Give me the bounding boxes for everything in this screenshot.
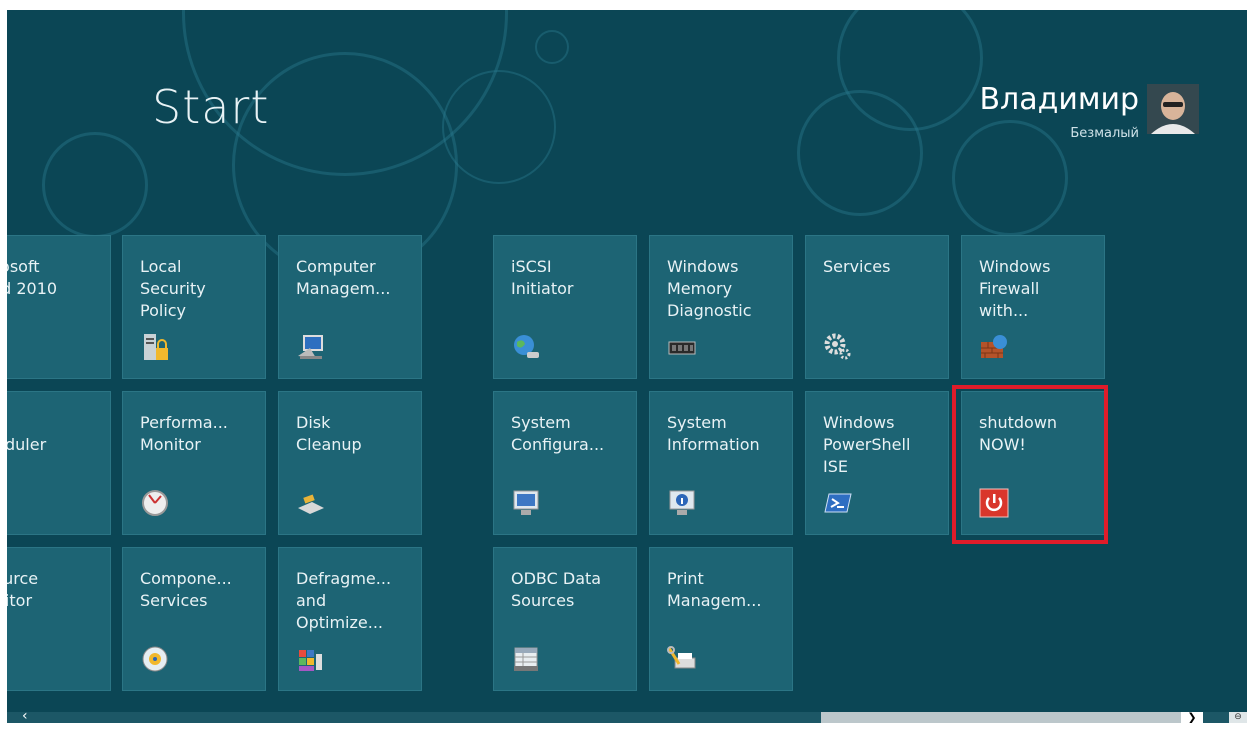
tile-windows-memory-diagnostic[interactable]: Windows Memory Diagnostic [649, 235, 793, 379]
disk-cleanup-icon [298, 494, 324, 514]
tile-label: Local Security Policy [140, 257, 206, 320]
tile-resource-monitor[interactable]: source onitor [7, 547, 111, 691]
tile-label: Computer Managem... [296, 257, 391, 298]
computer-management-icon [298, 335, 323, 359]
user-surname[interactable]: Безмалый [1070, 126, 1139, 141]
scroll-thumb[interactable] [821, 712, 1181, 723]
tile-task-scheduler[interactable]: sk heduler [7, 391, 111, 535]
component-services-icon [142, 646, 168, 672]
tile-windows-firewall[interactable]: Windows Firewall with... [961, 235, 1105, 379]
tile-local-security-policy[interactable]: Local Security Policy [122, 235, 266, 379]
tile-label: Windows PowerShell ISE [823, 413, 911, 476]
printer-icon [667, 646, 696, 669]
tile-label: iSCSI Initiator [511, 257, 574, 298]
tile-services[interactable]: Services [805, 235, 949, 379]
tile-label: Defragme... and Optimize... [296, 569, 392, 632]
scroll-right-arrow-icon[interactable]: ❯ [1181, 712, 1203, 723]
tile-label: Windows Memory Diagnostic [667, 257, 752, 320]
tile-component-services[interactable]: Compone... Services [122, 547, 266, 691]
monitor-icon [513, 490, 539, 515]
tile-print-management[interactable]: Print Managem... [649, 547, 793, 691]
tile-label: sk heduler [7, 435, 47, 454]
tile-odbc-data-sources[interactable]: ODBC Data Sources [493, 547, 637, 691]
tile-iscsi-initiator[interactable]: iSCSI Initiator [493, 235, 637, 379]
horizontal-scrollbar[interactable]: ‹ ❯ ⊖ [7, 708, 1247, 723]
firewall-icon [981, 335, 1007, 358]
tile-system-information[interactable]: System Information [649, 391, 793, 535]
tile-windows-powershell-ise[interactable]: Windows PowerShell ISE [805, 391, 949, 535]
tile-label: ODBC Data Sources [511, 569, 602, 610]
user-name[interactable]: Владимир [979, 82, 1139, 117]
tile-performance-monitor[interactable]: Performa... Monitor [122, 391, 266, 535]
tile-label: Windows Firewall with... [979, 257, 1051, 320]
background-bubble [952, 120, 1068, 236]
powershell-icon [824, 493, 852, 513]
tile-label: Performa... Monitor [140, 413, 228, 454]
shutdown-highlight-frame [952, 385, 1108, 544]
tile-word[interactable]: crosoft ord 2010 [7, 235, 111, 379]
info-icon [669, 490, 695, 515]
tile-label: Disk Cleanup [296, 413, 362, 454]
start-screen: Start Владимир Безмалый crosoft ord 2010… [7, 10, 1247, 723]
globe-icon [514, 335, 539, 358]
tile-system-configuration[interactable]: System Configura... [493, 391, 637, 535]
background-bubble [442, 70, 556, 184]
background-bubble [797, 90, 923, 216]
tile-disk-cleanup[interactable]: Disk Cleanup [278, 391, 422, 535]
tile-label: System Information [667, 413, 760, 454]
avatar[interactable] [1147, 84, 1199, 134]
background-bubble [42, 132, 148, 238]
gauge-icon [142, 490, 168, 516]
page-title: Start [152, 80, 270, 134]
tile-label: Compone... Services [140, 569, 232, 610]
scroll-left-arrow-icon[interactable]: ‹ [22, 708, 28, 723]
gears-icon [824, 333, 851, 360]
semantic-zoom-icon[interactable]: ⊖ [1229, 712, 1247, 723]
memory-icon [668, 341, 696, 355]
tile-label: Services [823, 257, 891, 276]
tile-label: Print Managem... [667, 569, 762, 610]
tile-label: crosoft ord 2010 [7, 257, 58, 298]
tile-label: System Configura... [511, 413, 605, 454]
security-policy-icon [144, 334, 168, 360]
background-bubble [535, 30, 569, 64]
database-icon [514, 647, 538, 671]
defrag-icon [299, 650, 322, 671]
tile-computer-management[interactable]: Computer Managem... [278, 235, 422, 379]
tile-defragment-optimize[interactable]: Defragme... and Optimize... [278, 547, 422, 691]
tile-label: source onitor [7, 569, 39, 610]
